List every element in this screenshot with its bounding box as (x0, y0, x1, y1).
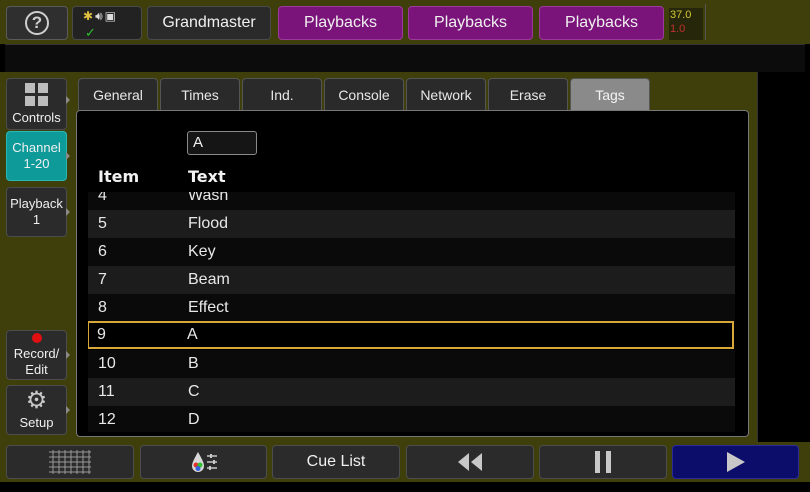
go-button[interactable] (672, 445, 799, 479)
level-readout: 37.0 1.0 (669, 8, 703, 40)
main-area: General Times Ind. Console Network Erase… (72, 72, 757, 442)
tab-general[interactable]: General (78, 78, 158, 110)
table-row[interactable]: 5 Flood (88, 210, 735, 238)
tab-ind[interactable]: Ind. (242, 78, 322, 110)
playbacks-button-3[interactable]: Playbacks (539, 6, 664, 40)
playbacks-button-1[interactable]: Playbacks (278, 6, 403, 40)
table-row[interactable]: 8 Effect (88, 294, 735, 322)
play-icon (726, 452, 745, 472)
sun-icon: ✱ (83, 9, 94, 23)
right-strip (757, 72, 805, 442)
table-row[interactable]: 4 Wash (88, 192, 735, 210)
grid-view-button[interactable] (6, 445, 134, 479)
rewind-icon (458, 453, 482, 471)
table-row[interactable]: 10 B (88, 350, 735, 378)
check-icon: ✓ (85, 25, 96, 40)
tab-tags[interactable]: Tags (570, 78, 650, 110)
playback-button[interactable]: Playback 1 (6, 187, 67, 237)
tab-times[interactable]: Times (160, 78, 240, 110)
expand-arrow-icon (66, 152, 70, 160)
table-row[interactable]: 6 Key (88, 238, 735, 266)
pause-button[interactable] (539, 445, 667, 479)
column-header-item: Item (98, 167, 140, 186)
fader-grid-icon (49, 450, 91, 474)
table-row[interactable]: 7 Beam (88, 266, 735, 294)
grandmaster-button[interactable]: Grandmaster (147, 6, 271, 40)
color-mixer-icon (191, 452, 217, 472)
tab-network[interactable]: Network (406, 78, 486, 110)
tab-console[interactable]: Console (324, 78, 404, 110)
expand-arrow-icon (66, 96, 70, 104)
column-header-text: Text (188, 167, 226, 186)
tab-erase[interactable]: Erase (488, 78, 568, 110)
table-row[interactable]: 11 C (88, 378, 735, 406)
grid-icon (25, 82, 48, 106)
playbacks-button-2[interactable]: Playbacks (408, 6, 533, 40)
cue-list-button[interactable]: Cue List (272, 445, 400, 479)
setup-button[interactable]: ⚙ Setup (6, 385, 67, 435)
tags-panel: A Item Text 4 Wash 5 Flood 6 Key 7 Beam 8 Eff… (76, 110, 749, 437)
pause-icon (595, 451, 611, 473)
top-bar: ? ✱ 🔊︎ ▣ ✓ Grandmaster Playbacks Playbac… (0, 0, 810, 44)
expand-arrow-icon (66, 406, 70, 414)
expand-arrow-icon (66, 351, 70, 359)
help-button[interactable]: ? (6, 6, 68, 40)
sidebar: Controls Channel 1-20 Playback 1 Record/… (0, 72, 72, 442)
help-icon: ? (25, 11, 49, 35)
filter-input[interactable]: A (187, 131, 257, 155)
record-dot-icon (31, 332, 42, 343)
divider (705, 4, 706, 40)
image-icon: ▣ (104, 9, 116, 23)
speaker-icon: 🔊︎ (95, 9, 103, 23)
color-picker-button[interactable] (140, 445, 267, 479)
table-row-selected[interactable]: 9A (88, 321, 734, 349)
tags-list[interactable]: 4 Wash 5 Flood 6 Key 7 Beam 8 Effect 9A 10 B 1… (88, 192, 735, 432)
bottom-strip (0, 482, 810, 492)
channel-button[interactable]: Channel 1-20 (6, 131, 67, 181)
expand-arrow-icon (66, 208, 70, 216)
bottom-bar: Cue List (0, 442, 810, 492)
controls-button[interactable]: Controls (6, 78, 67, 130)
command-line-bar (5, 44, 805, 72)
back-button[interactable] (406, 445, 534, 479)
gear-icon: ⚙ (25, 387, 48, 414)
status-button[interactable]: ✱ 🔊︎ ▣ ✓ (72, 6, 142, 40)
record-edit-button[interactable]: Record/ Edit (6, 330, 67, 380)
table-row[interactable]: 12 D (88, 406, 735, 432)
